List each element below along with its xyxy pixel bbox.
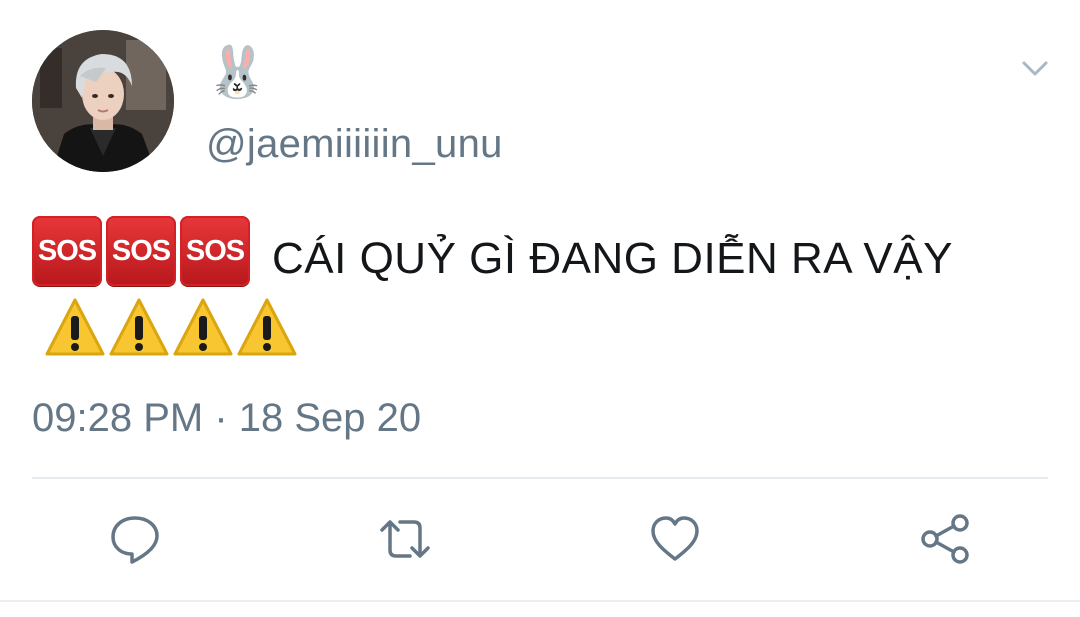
divider xyxy=(32,477,1048,479)
share-icon[interactable] xyxy=(918,512,972,566)
retweet-icon[interactable] xyxy=(378,512,432,566)
reply-icon[interactable] xyxy=(108,512,162,566)
user-handle[interactable]: @jaemiiiiiin_unu xyxy=(206,120,503,168)
warning-emoji-row xyxy=(44,296,300,364)
sos-emoji: SOS xyxy=(32,216,102,286)
avatar-photo xyxy=(32,30,174,172)
warning-icon xyxy=(109,298,169,356)
bottom-divider xyxy=(0,600,1080,602)
warning-icon xyxy=(45,298,105,356)
tweet-timestamp[interactable]: 09:28 PM · 18 Sep 20 xyxy=(32,394,421,442)
warning-icon xyxy=(173,298,233,356)
tweet-card: 🐰 @jaemiiiiiin_unu SOS SOS SOS CÁI QUỶ G… xyxy=(0,0,1080,617)
tweet-text: CÁI QUỶ GÌ ĐANG DIỄN RA VẬY xyxy=(272,234,953,283)
sos-emoji: SOS xyxy=(106,216,176,286)
chevron-down-icon[interactable] xyxy=(1018,54,1052,84)
heart-icon[interactable] xyxy=(648,512,702,566)
sos-emoji: SOS xyxy=(180,216,250,286)
warning-icon xyxy=(237,298,297,356)
tweet-body: SOS SOS SOS CÁI QUỶ GÌ ĐANG DIỄN RA VẬY xyxy=(32,212,953,290)
avatar[interactable] xyxy=(32,30,174,172)
display-name[interactable]: 🐰 xyxy=(206,42,268,102)
